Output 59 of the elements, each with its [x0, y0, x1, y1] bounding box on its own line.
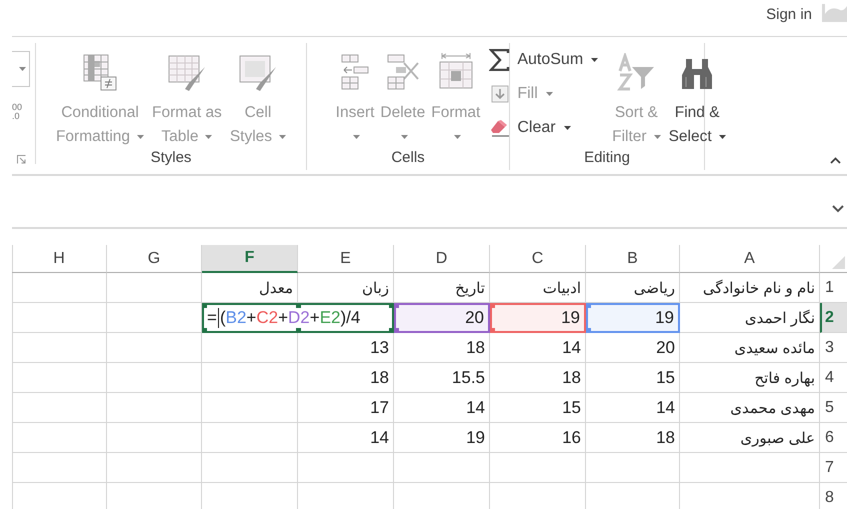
table-cell: نام و نام خانوادگی — [680, 273, 820, 303]
row-header[interactable]: 7 — [820, 453, 847, 483]
row-header[interactable]: 2 — [820, 303, 847, 333]
formula-text: = (B2+C2+D2+E2)/4 — [207, 308, 360, 328]
caret-icon — [19, 67, 26, 71]
table-cell: 14 — [586, 393, 680, 423]
table-cell: 13 — [298, 333, 394, 363]
table-cell: 14 — [298, 423, 394, 453]
group-label: Editing — [583, 149, 631, 168]
format-dropdown[interactable] — [12, 51, 30, 87]
table-cell: 18 — [586, 423, 680, 453]
table-cell: زبان — [298, 273, 394, 303]
column-header[interactable]: A — [680, 245, 820, 273]
ribbon-button[interactable]: AutoSum — [486, 45, 600, 75]
row-header[interactable]: 4 — [820, 363, 847, 393]
table-cell: 19 — [394, 423, 490, 453]
ribbon-button[interactable]: Clear — [486, 113, 600, 143]
ribbon-button[interactable]: Find & Select — [666, 45, 728, 149]
table-cell: 19 — [490, 303, 586, 333]
decrease-decimal-button[interactable]: 00 .0 — [12, 103, 22, 121]
table-cell: 14 — [490, 333, 586, 363]
table-cell: 15 — [490, 393, 586, 423]
table-cell: مائده سعیدی — [680, 333, 820, 363]
table-cell: 14 — [394, 393, 490, 423]
table-cell: بهاره فاتح — [680, 363, 820, 393]
dialog-launcher-icon[interactable] — [17, 155, 26, 164]
table-cell: 16 — [490, 423, 586, 453]
column-header[interactable]: G — [107, 245, 202, 273]
table-cell: 20 — [394, 303, 490, 333]
sign-in-link[interactable]: Sign in — [766, 6, 812, 23]
table-cell: علی صبوری — [680, 423, 820, 453]
column-header[interactable]: C — [490, 245, 586, 273]
table-cell: 18 — [298, 363, 394, 393]
table-cell: ادبیات — [490, 273, 586, 303]
table-cell: 20 — [586, 333, 680, 363]
table-cell: ریاضی — [586, 273, 680, 303]
table-cell: 15.5 — [394, 363, 490, 393]
collapse-ribbon-icon[interactable] — [830, 157, 841, 164]
table-cell: 19 — [586, 303, 680, 333]
group-label: Styles — [150, 149, 192, 168]
table-cell: معدل — [202, 273, 298, 303]
column-header[interactable]: D — [394, 245, 490, 273]
row-header[interactable]: 3 — [820, 333, 847, 363]
column-header[interactable]: F — [202, 245, 298, 273]
row-header[interactable]: 5 — [820, 393, 847, 423]
row-header[interactable]: 6 — [820, 423, 847, 453]
group-label: Cells — [390, 149, 426, 168]
table-cell: 18 — [490, 363, 586, 393]
table-cell: مهدی محمدی — [680, 393, 820, 423]
table-cell: نگار احمدی — [680, 303, 820, 333]
table-cell: تاریخ — [394, 273, 490, 303]
expand-icon[interactable] — [832, 205, 844, 213]
table-cell: 18 — [394, 333, 490, 363]
column-header[interactable]: H — [12, 245, 107, 273]
column-header[interactable]: B — [586, 245, 680, 273]
active-cell-editor[interactable]: = (B2+C2+D2+E2)/4 — [202, 303, 394, 333]
row-header[interactable]: 8 — [820, 483, 847, 509]
table-cell: 15 — [586, 363, 680, 393]
table-cell: 17 — [298, 393, 394, 423]
